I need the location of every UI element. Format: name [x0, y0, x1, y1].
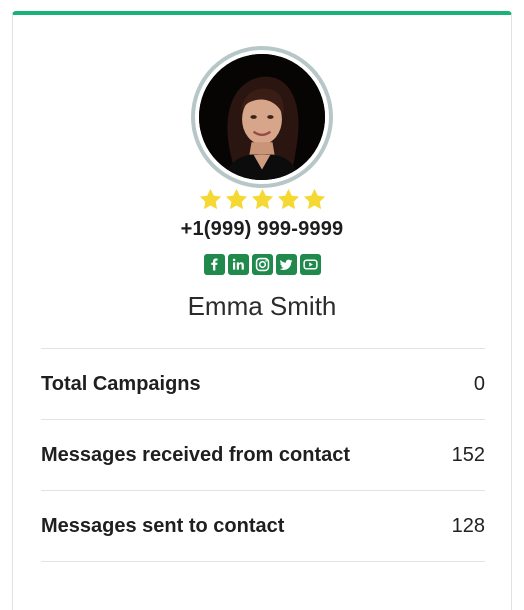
stat-value: 0 [473, 372, 485, 395]
twitter-icon [279, 259, 292, 271]
stat-label: Messages sent to contact [41, 514, 285, 537]
facebook-icon [210, 258, 218, 271]
youtube-link[interactable] [299, 254, 321, 275]
star-icon [303, 188, 325, 210]
stat-value: 152 [451, 443, 485, 466]
facebook-link[interactable] [203, 254, 225, 275]
contact-profile-card: +1(999) 999-9999 Emma Smith Total Campai… [12, 11, 512, 610]
stat-value: 128 [451, 514, 485, 537]
rating-stars [13, 187, 511, 212]
stat-label: Messages received from contact [41, 443, 351, 466]
youtube-icon [302, 259, 318, 270]
star-icon [251, 188, 273, 210]
social-links [13, 254, 511, 275]
avatar-frame [191, 46, 333, 188]
instagram-link[interactable] [251, 254, 273, 275]
stat-row-total-campaigns: Total Campaigns 0 [41, 349, 485, 420]
phone-number[interactable]: +1(999) 999-9999 [13, 218, 511, 241]
star-icon [277, 188, 299, 210]
linkedin-link[interactable] [227, 254, 249, 275]
stat-label: Total Campaigns [41, 372, 201, 395]
avatar[interactable] [199, 54, 325, 180]
instagram-icon [255, 257, 269, 272]
contact-name: Emma Smith [187, 291, 337, 321]
star-icon [225, 188, 247, 210]
stats-list: Total Campaigns 0 Messages received from… [41, 348, 485, 562]
stat-row-messages-sent: Messages sent to contact 128 [41, 491, 485, 562]
twitter-link[interactable] [275, 254, 297, 275]
linkedin-icon [232, 258, 244, 270]
stat-row-messages-received: Messages received from contact 152 [41, 420, 485, 491]
star-icon [199, 188, 221, 210]
